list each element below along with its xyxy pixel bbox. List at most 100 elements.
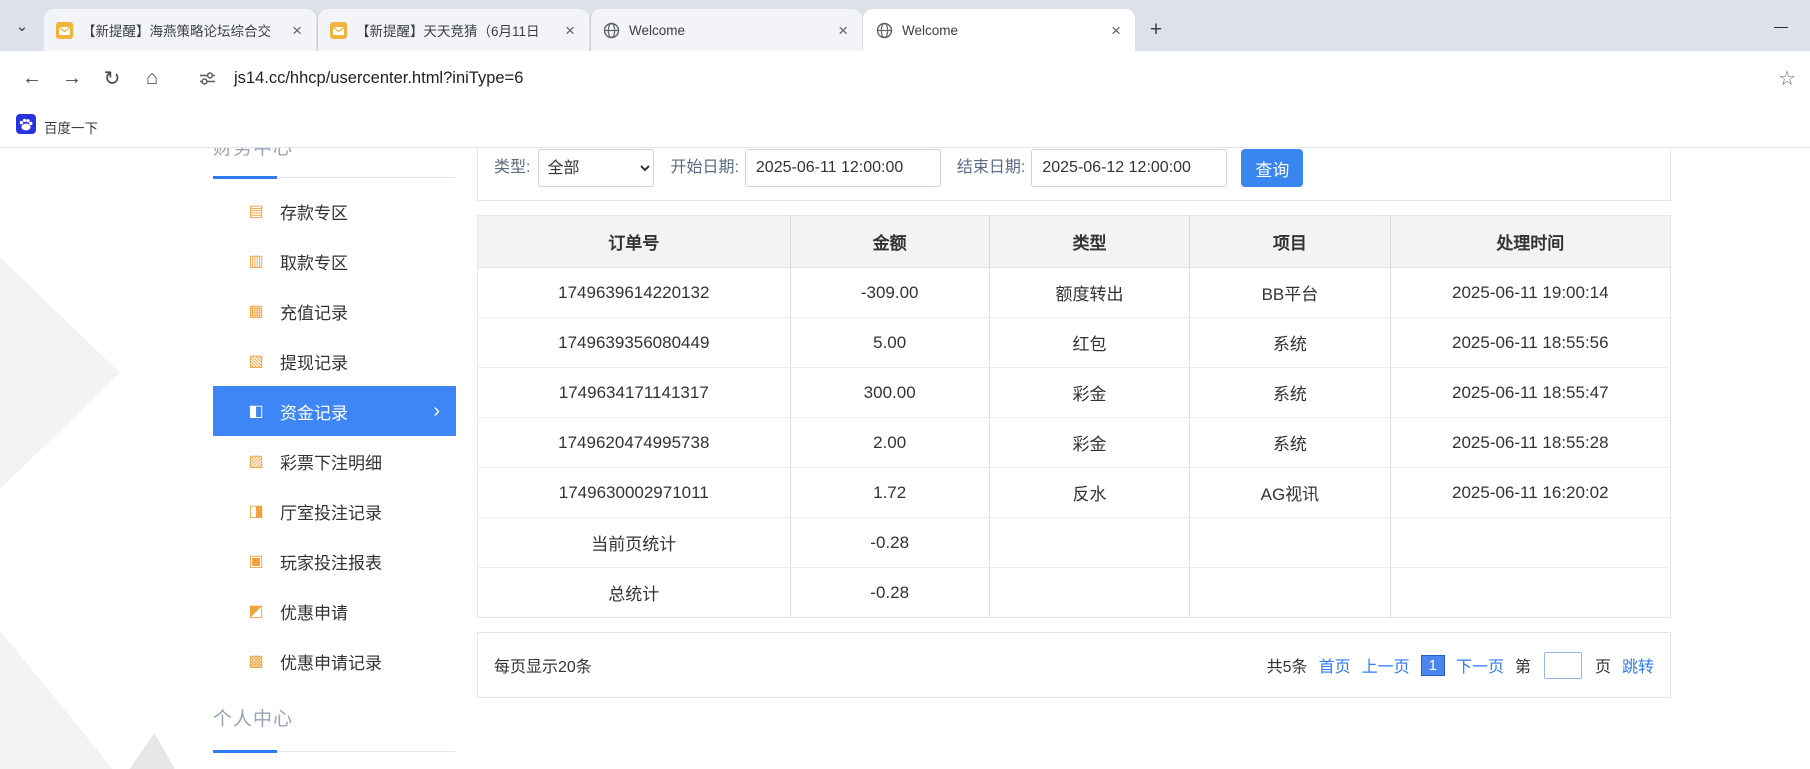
funds-records-table: 订单号 金额 类型 项目 处理时间 1749639614220132 -309.… <box>477 215 1671 618</box>
section-underline <box>213 751 456 752</box>
end-date-input[interactable] <box>1031 149 1227 187</box>
col-header-order-no: 订单号 <box>478 216 791 268</box>
cell-order-no: 1749630002971011 <box>478 468 791 518</box>
bookmark-item-baidu[interactable]: 百度一下 <box>44 117 98 137</box>
total-count-text: 共5条 <box>1267 653 1308 677</box>
sidebar-item-recharge-records[interactable]: ▦ 充值记录 <box>213 286 456 336</box>
sidebar-item-funds-records[interactable]: ◧ 资金记录 › <box>213 386 456 436</box>
forward-icon[interactable]: → <box>54 61 90 97</box>
cell-amount: 2.00 <box>790 418 989 468</box>
sidebar-item-room-bet-records[interactable]: ◨ 厅室投注记录 <box>213 486 456 536</box>
table-row: 1749639356080449 5.00 红包 系统 2025-06-11 1… <box>478 318 1671 368</box>
browser-tab-4-active[interactable]: Welcome × <box>863 9 1135 51</box>
table-row: 1749639614220132 -309.00 额度转出 BB平台 2025-… <box>478 268 1671 318</box>
type-label: 类型: <box>494 149 530 187</box>
jump-suffix-text: 页 <box>1595 653 1611 677</box>
sidebar-item-label: 取款专区 <box>280 249 348 274</box>
sidebar-section-personal: 个人中心 <box>213 696 456 752</box>
decorative-triangle <box>128 733 176 769</box>
withdrawal-records-icon: ▧ <box>246 351 266 371</box>
globe-favicon-icon <box>876 22 893 39</box>
col-header-amount: 金额 <box>790 216 989 268</box>
cell-amount: 1.72 <box>790 468 989 518</box>
tab-close-icon[interactable]: × <box>561 20 579 41</box>
reload-icon[interactable]: ↻ <box>94 61 130 97</box>
cell-amount: -0.28 <box>790 518 989 568</box>
first-page-link[interactable]: 首页 <box>1319 653 1351 677</box>
sidebar-item-deposit[interactable]: ▤ 存款专区 <box>213 186 456 236</box>
cell-order-no: 1749634171141317 <box>478 368 791 418</box>
tab-close-icon[interactable]: × <box>834 20 852 41</box>
search-button[interactable]: 查询 <box>1241 149 1303 187</box>
withdraw-icon: ▥ <box>246 251 266 271</box>
sidebar-item-player-bet-report[interactable]: ▣ 玩家投注报表 <box>213 536 456 586</box>
promo-apply-icon: ◩ <box>246 601 266 621</box>
table-row-page-summary: 当前页统计 -0.28 <box>478 518 1671 568</box>
decorative-triangle <box>0 228 120 518</box>
sidebar-item-withdraw[interactable]: ▥ 取款专区 <box>213 236 456 286</box>
current-page-indicator[interactable]: 1 <box>1421 655 1445 676</box>
start-date-input[interactable] <box>745 149 941 187</box>
tab-close-icon[interactable]: × <box>288 20 306 41</box>
bookmarks-bar: 百度一下 <box>0 106 1810 148</box>
decorative-triangle <box>0 618 120 769</box>
back-icon[interactable]: ← <box>14 61 50 97</box>
sidebar-item-label: 厅室投注记录 <box>280 499 382 524</box>
jump-link[interactable]: 跳转 <box>1622 653 1654 677</box>
jump-prefix-text: 第 <box>1515 653 1531 677</box>
cell-project: 系统 <box>1190 418 1390 468</box>
deposit-icon: ▤ <box>246 201 266 221</box>
home-icon[interactable]: ⌂ <box>134 61 170 97</box>
browser-tab-1[interactable]: 【新提醒】海燕策略论坛综合交 × <box>44 9 316 51</box>
table-row-total-summary: 总统计 -0.28 <box>478 568 1671 618</box>
section-underline <box>213 177 456 178</box>
cell-type: 彩金 <box>989 418 1189 468</box>
cell-time: 2025-06-11 16:20:02 <box>1390 468 1670 518</box>
sidebar-item-label: 存款专区 <box>280 199 348 224</box>
browser-tab-2[interactable]: 【新提醒】天天竞猜（6月11日 × <box>317 9 589 51</box>
tab-search-chevron-icon[interactable]: ⌄ <box>0 0 44 51</box>
table-row: 1749620474995738 2.00 彩金 系统 2025-06-11 1… <box>478 418 1671 468</box>
recharge-records-icon: ▦ <box>246 301 266 321</box>
tab-title: 【新提醒】天天竞猜（6月11日 <box>356 20 552 40</box>
cell-order-no: 1749620474995738 <box>478 418 791 468</box>
type-select[interactable]: 全部 <box>538 149 654 187</box>
cell-project: BB平台 <box>1190 268 1390 318</box>
col-header-type: 类型 <box>989 216 1189 268</box>
navigation-bar: ← → ↻ ⌂ js14.cc/hhcp/usercenter.html?ini… <box>0 51 1810 106</box>
prev-page-link[interactable]: 上一页 <box>1362 653 1410 677</box>
tab-title: 【新提醒】海燕策略论坛综合交 <box>82 20 279 40</box>
col-header-time: 处理时间 <box>1390 216 1670 268</box>
cell-time: 2025-06-11 18:55:47 <box>1390 368 1670 418</box>
lottery-bet-details-icon: ▨ <box>246 451 266 471</box>
table-row: 1749634171141317 300.00 彩金 系统 2025-06-11… <box>478 368 1671 418</box>
cell-time: 2025-06-11 18:55:28 <box>1390 418 1670 468</box>
cell-project: 系统 <box>1190 368 1390 418</box>
sidebar-section-finance: 财务中心 <box>213 148 456 186</box>
sidebar-item-label: 彩票下注明细 <box>280 449 382 474</box>
browser-tab-3[interactable]: Welcome × <box>590 9 862 51</box>
sidebar-item-promo-apply[interactable]: ◩ 优惠申请 <box>213 586 456 636</box>
address-bar[interactable]: js14.cc/hhcp/usercenter.html?iniType=6 <box>234 69 523 88</box>
col-header-project: 项目 <box>1190 216 1390 268</box>
promo-apply-records-icon: ▩ <box>246 651 266 671</box>
filter-bar: 类型: 全部 开始日期: 结束日期: 查询 <box>477 148 1671 201</box>
sidebar-item-promo-apply-records[interactable]: ▩ 优惠申请记录 <box>213 636 456 686</box>
tab-close-icon[interactable]: × <box>1107 20 1125 41</box>
baidu-favicon-icon <box>16 114 36 139</box>
minimize-button[interactable]: — <box>1752 0 1810 51</box>
cell-time: 2025-06-11 18:55:56 <box>1390 318 1670 368</box>
mail-favicon-icon <box>56 22 73 39</box>
cell-amount: -309.00 <box>790 268 989 318</box>
next-page-link[interactable]: 下一页 <box>1456 653 1504 677</box>
start-date-label: 开始日期: <box>670 149 738 187</box>
table-header-row: 订单号 金额 类型 项目 处理时间 <box>478 216 1671 268</box>
page-jump-input[interactable] <box>1544 652 1582 679</box>
sidebar-item-withdrawal-records[interactable]: ▧ 提现记录 <box>213 336 456 386</box>
new-tab-button[interactable]: + <box>1136 9 1176 51</box>
bookmark-star-icon[interactable]: ☆ <box>1778 66 1796 91</box>
site-info-icon[interactable] <box>192 64 222 94</box>
funds-records-icon: ◧ <box>246 401 266 421</box>
sidebar-item-lottery-bet-details[interactable]: ▨ 彩票下注明细 <box>213 436 456 486</box>
chevron-right-icon: › <box>433 400 440 423</box>
